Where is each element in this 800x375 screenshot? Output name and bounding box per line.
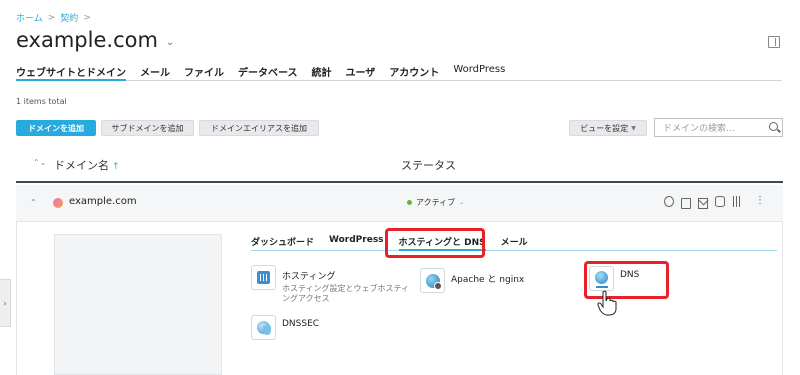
site-favicon-icon — [53, 198, 63, 208]
table-row[interactable]: ⌃ example.com アクティブ ⌄ ⋮ — [16, 185, 783, 222]
apache-nginx-label: Apache と nginx — [451, 275, 525, 285]
settings-sliders-icon[interactable] — [732, 196, 742, 207]
tab-account[interactable]: アカウント — [389, 62, 439, 81]
dnssec-tool[interactable]: DNSSEC — [251, 315, 319, 340]
breadcrumb: ホーム > 契約 > — [16, 11, 91, 25]
dnssec-icon — [251, 315, 276, 340]
view-settings-button[interactable]: ビューを設定 ▼ — [569, 120, 647, 136]
breadcrumb-separator: > — [47, 12, 56, 23]
status-dropdown[interactable]: アクティブ ⌄ — [407, 197, 464, 208]
tab-users[interactable]: ユーザ — [346, 62, 376, 81]
chevron-down-icon: ▼ — [631, 124, 636, 132]
hosting-settings-label: ホスティング — [282, 272, 336, 282]
folder-icon[interactable] — [681, 198, 691, 209]
tab-files[interactable]: ファイル — [184, 62, 224, 81]
column-status: ステータス — [401, 159, 456, 172]
domain-search-input[interactable]: ドメインの検索... — [654, 118, 783, 137]
tab-statistics[interactable]: 統計 — [312, 62, 332, 81]
site-preview-thumbnail[interactable] — [54, 234, 222, 375]
search-placeholder: ドメインの検索... — [663, 124, 735, 134]
add-domain-button[interactable]: ドメインを追加 — [16, 120, 96, 136]
search-icon[interactable] — [769, 122, 778, 131]
collapse-panel-icon[interactable] — [768, 36, 780, 48]
expand-all-icon[interactable]: ⌃⌄ — [33, 158, 46, 167]
subtab-dashboard[interactable]: ダッシュボード — [251, 233, 314, 251]
page-title-text: example.com — [16, 28, 158, 52]
tab-websites-domains[interactable]: ウェブサイトとドメイン — [16, 62, 126, 81]
domain-name-link[interactable]: example.com — [69, 196, 137, 207]
mail-envelope-icon[interactable] — [698, 198, 708, 209]
column-domain-name-label: ドメイン名 — [54, 159, 109, 172]
sidebar-expand-handle[interactable]: › — [0, 279, 11, 327]
sort-asc-icon: ↑ — [112, 162, 120, 172]
breadcrumb-home[interactable]: ホーム — [16, 11, 43, 24]
apache-nginx-tool[interactable]: Apache と nginx — [420, 268, 524, 293]
wordpress-icon[interactable] — [664, 196, 674, 207]
row-actions: ⋮ — [664, 196, 765, 209]
tab-databases[interactable]: データベース — [238, 62, 298, 81]
view-settings-label: ビューを設定 — [580, 123, 629, 133]
apache-nginx-icon — [420, 268, 445, 293]
main-tabs: ウェブサイトとドメイン メール ファイル データベース 統計 ユーザ アカウント… — [16, 62, 782, 81]
chevron-down-icon: ⌄ — [459, 199, 465, 206]
database-icon[interactable] — [715, 196, 725, 207]
collapse-row-icon[interactable]: ⌃ — [30, 198, 37, 207]
subtab-wordpress[interactable]: WordPress — [329, 233, 384, 251]
hosting-settings-tool[interactable]: ホスティング ホスティング設定とウェブホスティングアクセス — [251, 265, 412, 304]
table-header: ⌃⌄ ドメイン名 ↑ ステータス — [16, 150, 783, 183]
more-options-icon[interactable]: ⋮ — [755, 196, 765, 207]
status-active-dot-icon — [407, 200, 412, 205]
tab-wordpress[interactable]: WordPress — [453, 62, 505, 81]
breadcrumb-separator: > — [83, 12, 91, 23]
breadcrumb-contracts[interactable]: 契約 — [60, 11, 78, 24]
subtab-mail[interactable]: メール — [501, 233, 528, 251]
add-domain-alias-button[interactable]: ドメインエイリアスを追加 — [199, 120, 319, 136]
hosting-settings-icon — [251, 265, 276, 290]
tab-mail[interactable]: メール — [140, 62, 170, 81]
domain-subtabs: ダッシュボード WordPress ホスティングと DNS メール — [251, 233, 777, 251]
chevron-right-icon: › — [3, 298, 7, 308]
hosting-settings-desc: ホスティング設定とウェブホスティングアクセス — [282, 284, 410, 303]
highlight-hosting-dns — [385, 228, 485, 258]
items-count: 1 items total — [16, 97, 67, 106]
hand-cursor-icon — [597, 290, 617, 316]
dnssec-label: DNSSEC — [282, 319, 320, 329]
status-label: アクティブ — [416, 198, 456, 207]
page-title[interactable]: example.com ⌄ — [16, 28, 174, 52]
column-domain-name[interactable]: ドメイン名 ↑ — [54, 157, 120, 173]
add-subdomain-button[interactable]: サブドメインを追加 — [101, 120, 194, 136]
chevron-down-icon[interactable]: ⌄ — [166, 37, 174, 48]
